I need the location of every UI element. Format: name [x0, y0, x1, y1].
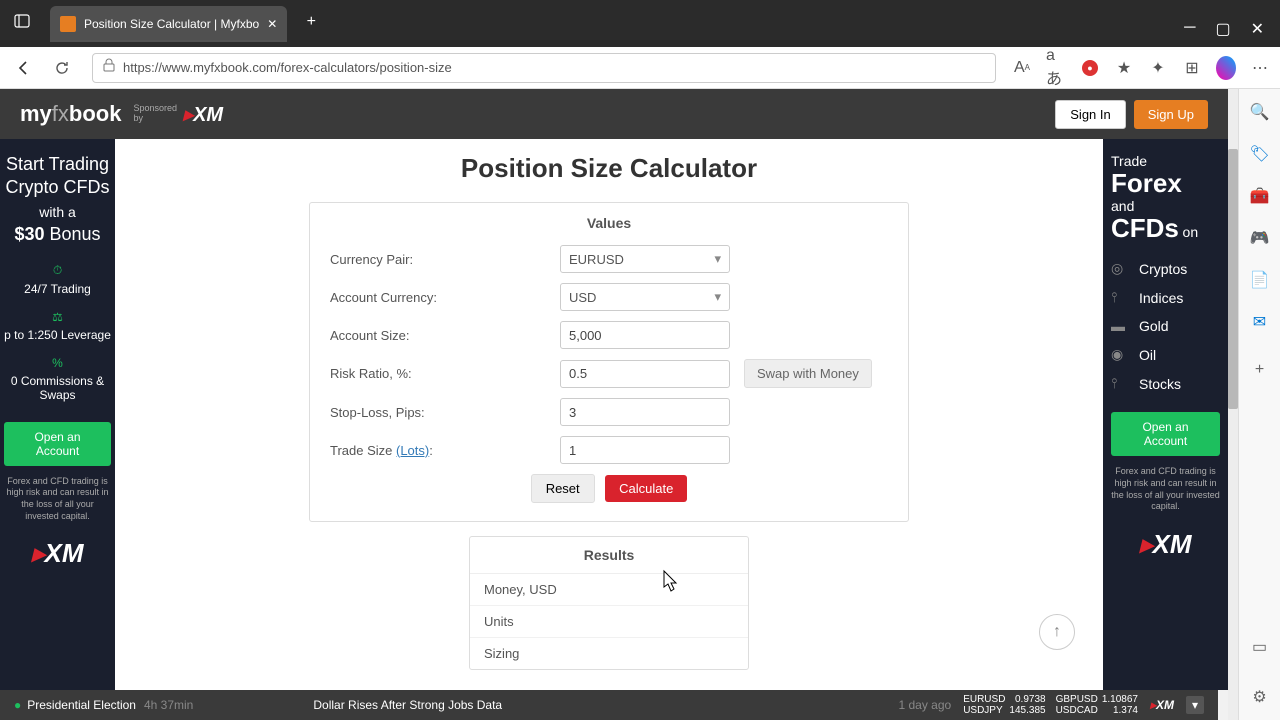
- new-tab-button[interactable]: +: [297, 8, 325, 36]
- account-size-input[interactable]: [560, 321, 730, 349]
- ticker-xm-logo[interactable]: ▸XM: [1150, 698, 1174, 712]
- ticker-pairs: EURUSDUSDJPY 0.9738145.385 GBPUSDUSDCAD …: [963, 694, 1138, 716]
- tools-icon[interactable]: 🧰: [1249, 185, 1271, 207]
- xm-logo[interactable]: ▸XM: [183, 102, 223, 127]
- signin-button[interactable]: Sign In: [1055, 100, 1125, 129]
- clock-icon: ⏱: [4, 263, 111, 278]
- scroll-top-button[interactable]: ↑: [1039, 614, 1075, 650]
- favorites-bar-icon[interactable]: ✦: [1148, 58, 1168, 78]
- trade-size-label: Trade Size (Lots):: [330, 443, 560, 458]
- account-currency-select[interactable]: USD ▾: [560, 283, 730, 311]
- ticker-news-2[interactable]: Dollar Rises After Strong Jobs Data: [313, 698, 502, 712]
- asset-gold: ▬Gold: [1111, 312, 1220, 340]
- xm-ad-logo-right: ▸XM: [1111, 529, 1220, 560]
- office-icon[interactable]: 📄: [1249, 269, 1271, 291]
- refresh-button[interactable]: [48, 54, 76, 82]
- right-ad-banner[interactable]: Trade Forex and CFDs on ◎Cryptos ⫯Indice…: [1103, 139, 1228, 690]
- open-account-button-left[interactable]: Open an Account: [4, 422, 111, 466]
- address-bar[interactable]: https://www.myfxbook.com/forex-calculato…: [92, 53, 996, 83]
- asset-cryptos: ◎Cryptos: [1111, 254, 1220, 283]
- chevron-down-icon: ▾: [714, 289, 721, 305]
- calculate-button[interactable]: Calculate: [605, 475, 687, 502]
- hide-sidebar-icon[interactable]: ▭: [1249, 636, 1271, 658]
- results-title: Results: [470, 537, 748, 574]
- menu-icon[interactable]: ⋯: [1250, 58, 1270, 78]
- stop-loss-label: Stop-Loss, Pips:: [330, 405, 560, 420]
- values-card: Values Currency Pair: EURUSD ▾ Account C…: [309, 202, 909, 522]
- shopping-icon[interactable]: 🏷: [1249, 143, 1271, 165]
- account-size-label: Account Size:: [330, 328, 560, 343]
- favicon-icon: [60, 16, 76, 32]
- oil-icon: ◉: [1111, 346, 1129, 363]
- currency-pair-label: Currency Pair:: [330, 252, 560, 267]
- page-title: Position Size Calculator: [115, 153, 1103, 184]
- disclaimer-right: Forex and CFD trading is high risk and c…: [1111, 466, 1220, 513]
- result-units: Units: [470, 606, 748, 638]
- close-window-icon[interactable]: ✕: [1251, 19, 1264, 39]
- maximize-icon[interactable]: ▢: [1215, 19, 1230, 39]
- signup-button[interactable]: Sign Up: [1134, 100, 1208, 129]
- risk-ratio-label: Risk Ratio, %:: [330, 366, 560, 381]
- asset-indices: ⫯Indices: [1111, 283, 1220, 312]
- adblock-icon[interactable]: ●: [1080, 58, 1100, 78]
- gold-icon: ▬: [1111, 318, 1129, 334]
- crypto-icon: ◎: [1111, 260, 1129, 277]
- scale-icon: ⚖: [4, 310, 111, 324]
- indices-icon: ⫯: [1111, 289, 1129, 306]
- site-logo[interactable]: myfxbook: [20, 101, 121, 127]
- asset-stocks: ⫯Stocks: [1111, 369, 1220, 398]
- currency-pair-select[interactable]: EURUSD ▾: [560, 245, 730, 273]
- search-sidebar-icon[interactable]: 🔍: [1249, 101, 1271, 123]
- settings-sidebar-icon[interactable]: ⚙: [1249, 686, 1271, 708]
- trade-size-input[interactable]: [560, 436, 730, 464]
- url-text: https://www.myfxbook.com/forex-calculato…: [123, 60, 985, 75]
- lots-link[interactable]: (Lots): [396, 443, 429, 458]
- chevron-down-icon: ▾: [714, 251, 721, 267]
- news-ticker: ● Presidential Election 4h 37min Dollar …: [0, 690, 1218, 720]
- tab-sidebar-icon[interactable]: [8, 7, 36, 35]
- games-icon[interactable]: 🎮: [1249, 227, 1271, 249]
- profile-avatar[interactable]: [1216, 58, 1236, 78]
- values-title: Values: [330, 215, 888, 231]
- minimize-icon[interactable]: ─: [1184, 19, 1195, 39]
- results-card: Results Money, USD Units Sizing: [469, 536, 749, 670]
- ticker-time-2: 1 day ago: [898, 698, 951, 712]
- account-currency-label: Account Currency:: [330, 290, 560, 305]
- tab-title: Position Size Calculator | Myfxbo: [84, 17, 259, 31]
- xm-ad-logo-left: ▸XM: [4, 538, 111, 569]
- favorite-icon[interactable]: ★: [1114, 58, 1134, 78]
- disclaimer-left: Forex and CFD trading is high risk and c…: [4, 476, 111, 523]
- swap-money-button[interactable]: Swap with Money: [744, 359, 872, 388]
- add-sidebar-icon[interactable]: +: [1249, 359, 1271, 381]
- site-header: myfxbook Sponsoredby ▸XM Sign In Sign Up: [0, 89, 1228, 139]
- percent-icon: %: [4, 356, 111, 370]
- asset-oil: ◉Oil: [1111, 340, 1220, 369]
- outlook-icon[interactable]: ✉: [1249, 311, 1271, 333]
- stop-loss-input[interactable]: [560, 398, 730, 426]
- browser-tab[interactable]: Position Size Calculator | Myfxbo ✕: [50, 6, 287, 42]
- lock-icon: [103, 58, 115, 77]
- open-account-button-right[interactable]: Open an Account: [1111, 412, 1220, 456]
- text-size-icon[interactable]: AA: [1012, 58, 1032, 78]
- reset-button[interactable]: Reset: [531, 474, 595, 503]
- ticker-news-1[interactable]: Presidential Election: [27, 698, 136, 712]
- close-tab-icon[interactable]: ✕: [259, 17, 277, 31]
- scrollbar-thumb[interactable]: [1228, 149, 1238, 409]
- result-sizing: Sizing: [470, 638, 748, 669]
- back-button[interactable]: [10, 54, 38, 82]
- ticker-time-1: 4h 37min: [144, 698, 193, 712]
- risk-ratio-input[interactable]: [560, 360, 730, 388]
- stocks-icon: ⫯: [1111, 375, 1129, 392]
- edge-sidebar: 🔍 🏷 🧰 🎮 📄 ✉ + ▭ ⚙: [1238, 89, 1280, 720]
- result-money: Money, USD: [470, 574, 748, 606]
- sponsored-label: Sponsoredby: [133, 104, 177, 124]
- ticker-dot-icon: ●: [14, 698, 21, 712]
- left-ad-banner[interactable]: Start Trading Crypto CFDs with a $30 Bon…: [0, 139, 115, 690]
- collections-icon[interactable]: ⊞: [1182, 58, 1202, 78]
- ticker-chevron-icon[interactable]: ▾: [1186, 696, 1204, 714]
- translate-icon[interactable]: aあ: [1046, 58, 1066, 78]
